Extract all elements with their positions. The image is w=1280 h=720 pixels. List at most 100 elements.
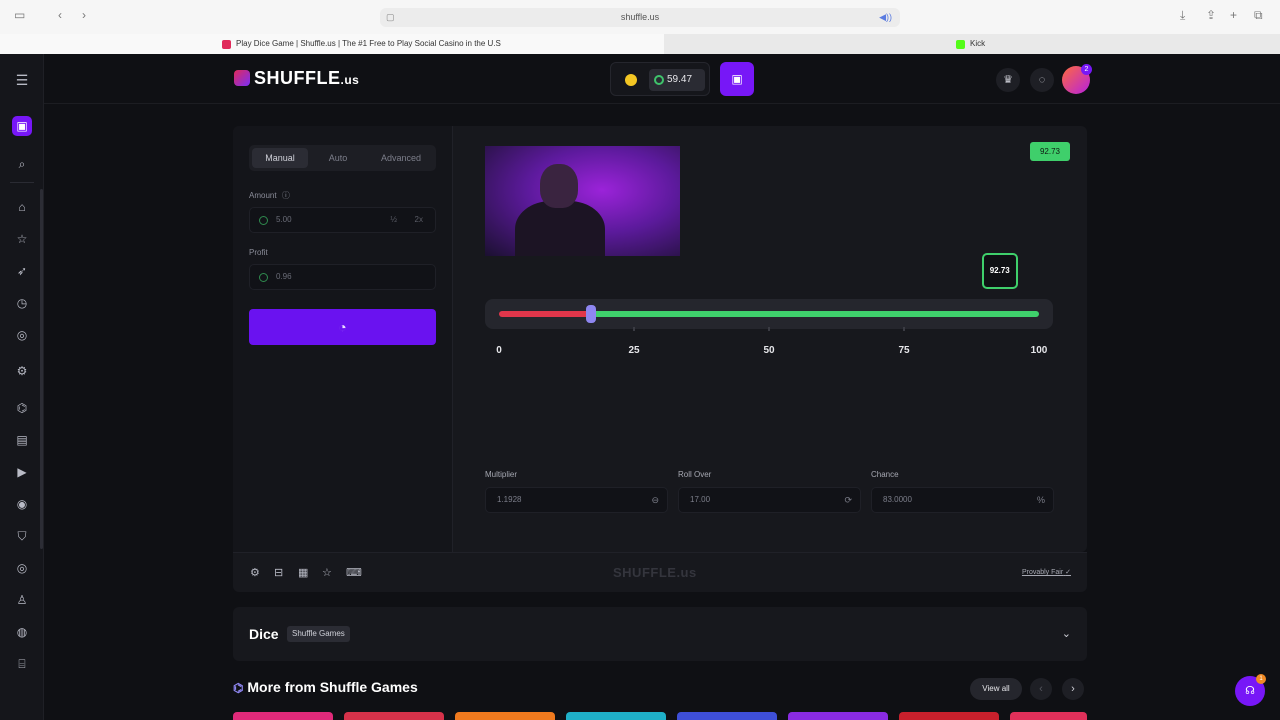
loading-spinner-icon: ◔ <box>338 319 347 335</box>
provider-badge[interactable]: Shuffle Games <box>287 626 350 642</box>
headset-icon: ☊ <box>1245 685 1255 697</box>
new-tab-icon[interactable]: + <box>1230 8 1237 22</box>
next-arrow-icon[interactable]: › <box>1062 678 1084 700</box>
profit-value: 0.96 <box>276 272 292 281</box>
logo-icon <box>234 70 250 86</box>
tabs-overview-icon[interactable]: ⧉ <box>1254 8 1263 23</box>
webcam-figure-body <box>515 201 605 256</box>
history-icon[interactable]: ◷ <box>12 293 32 313</box>
amount-value: 5.00 <box>276 215 292 224</box>
bet-button[interactable]: ◔ <box>249 309 436 345</box>
url-text: shuffle.us <box>620 12 660 22</box>
multiplier-value: 1.1928 <box>497 495 522 504</box>
menu-icon[interactable]: ☰ <box>12 70 32 90</box>
swap-icon[interactable]: ⟳ <box>844 488 852 512</box>
provably-fair-link[interactable]: Provably Fair ✓ <box>1022 568 1071 576</box>
last-result-badge[interactable]: 92.73 <box>1030 142 1070 161</box>
footer-watermark: SHUFFLE.us <box>613 565 697 580</box>
roll-over-input[interactable]: 17.00 ⟳ <box>678 487 861 513</box>
view-all-button[interactable]: View all <box>970 678 1022 700</box>
gift-icon[interactable]: ⌸ <box>12 654 32 674</box>
slider-handle[interactable] <box>585 305 596 323</box>
amount-label-text: Amount <box>249 191 277 200</box>
globe-icon[interactable]: ◍ <box>12 622 32 642</box>
sidebar-scrollbar[interactable] <box>40 189 43 549</box>
top-bar: SHUFFLE.us 59.47 ▣ ♛ ◌ 2 <box>44 54 1280 104</box>
hotkeys-icon[interactable]: ⌨ <box>346 566 362 579</box>
person-icon[interactable]: ♙ <box>12 590 32 610</box>
avatar[interactable]: 2 <box>1062 64 1092 94</box>
target-icon[interactable]: ◎ <box>12 558 32 578</box>
play-icon[interactable]: ▶ <box>12 462 32 482</box>
streamer-webcam <box>485 146 680 256</box>
double-button[interactable]: 2x <box>415 208 423 232</box>
chip-icon[interactable]: ◉ <box>12 494 32 514</box>
support-badge: 1 <box>1256 674 1266 684</box>
forward-icon[interactable]: › <box>82 8 86 22</box>
game-card[interactable] <box>455 712 555 720</box>
dice-slider[interactable] <box>485 299 1053 329</box>
settings-expand-icon[interactable]: ⚙ <box>12 361 32 381</box>
provably-fair-text: Provably Fair <box>1021 569 1064 576</box>
favorite-star-icon[interactable]: ☆ <box>322 566 332 579</box>
game-card[interactable] <box>566 712 666 720</box>
prev-arrow-icon[interactable]: ‹ <box>1030 678 1052 700</box>
tab-shuffle[interactable]: Play Dice Game | Shuffle.us | The #1 Fre… <box>0 34 664 54</box>
rocket-icon[interactable]: ➶ <box>12 261 32 281</box>
download-icon[interactable]: ⤓ <box>1180 8 1185 23</box>
theatre-mode-icon[interactable]: ⊟ <box>274 566 283 579</box>
tab-advanced[interactable]: Advanced <box>369 148 433 168</box>
shield-icon[interactable]: ⛉ <box>12 526 32 546</box>
game-card[interactable] <box>233 712 333 720</box>
chance-input[interactable]: 83.0000 % <box>871 487 1054 513</box>
balance-display[interactable]: 59.47 <box>649 69 705 91</box>
game-card[interactable] <box>788 712 888 720</box>
slider-tick-mark <box>768 327 770 331</box>
share-icon[interactable]: ⇪ <box>1206 8 1216 22</box>
chevron-down-icon[interactable]: ⌄ <box>1062 627 1071 640</box>
bet-mode-tabs: Manual Auto Advanced <box>249 145 436 171</box>
game-info-bar[interactable]: Dice Shuffle Games ⌄ <box>233 607 1087 661</box>
tab-auto[interactable]: Auto <box>311 148 365 168</box>
game-card[interactable] <box>677 712 777 720</box>
game-card[interactable] <box>899 712 999 720</box>
wallet-button[interactable]: ▣ <box>720 62 754 96</box>
chat-icon[interactable]: ◌ <box>1030 68 1054 92</box>
roll-result-marker: 92.73 <box>981 253 1018 289</box>
profit-label: Profit <box>249 248 268 257</box>
cards-icon[interactable]: ▤ <box>12 430 32 450</box>
wallet[interactable]: 59.47 <box>610 62 710 96</box>
game-card[interactable] <box>344 712 444 720</box>
tab-kick[interactable]: Kick <box>664 34 1280 54</box>
chance-value: 83.0000 <box>883 495 912 504</box>
rewards-icon[interactable]: ♛ <box>996 68 1020 92</box>
settings-icon[interactable]: ⚙ <box>250 566 260 579</box>
favorites-icon[interactable]: ☆ <box>12 229 32 249</box>
slider-tick-label: 75 <box>898 345 910 356</box>
check-icon: ✓ <box>1065 569 1071 576</box>
half-button[interactable]: ½ <box>390 208 397 232</box>
amount-input[interactable]: 5.00 ½ 2x <box>249 207 436 233</box>
game-thumbnails <box>233 712 1087 720</box>
games-icon[interactable]: ⌬ <box>12 398 32 418</box>
info-icon[interactable]: ⓘ <box>282 191 290 200</box>
game-card[interactable] <box>1010 712 1087 720</box>
multiplier-input[interactable]: 1.1928 ⊖ <box>485 487 668 513</box>
stats-icon[interactable]: ▦ <box>298 566 308 579</box>
lose-range-track <box>499 311 591 317</box>
gamepad-icon: ⌬ <box>233 681 244 695</box>
back-icon[interactable]: ‹ <box>58 8 62 22</box>
profit-field: 0.96 <box>249 264 436 290</box>
live-icon[interactable]: ◎ <box>12 325 32 345</box>
casino-icon[interactable]: ▣ <box>12 116 32 136</box>
gold-coin-icon[interactable] <box>625 74 637 86</box>
home-icon[interactable]: ⌂ <box>12 197 32 217</box>
address-bar[interactable]: ▢ shuffle.us ◀)) <box>380 8 900 27</box>
sidebar-toggle-icon[interactable]: ▭ <box>14 8 25 22</box>
roll-over-label: Roll Over <box>678 470 712 479</box>
tab-manual[interactable]: Manual <box>252 148 308 168</box>
shuffle-logo[interactable]: SHUFFLE.us <box>234 68 359 89</box>
audio-icon[interactable]: ◀)) <box>879 8 892 27</box>
search-icon[interactable]: ⌕ <box>12 154 32 174</box>
dice-game: Manual Auto Advanced Amount ⓘ 5.00 ½ 2x … <box>233 126 1087 552</box>
